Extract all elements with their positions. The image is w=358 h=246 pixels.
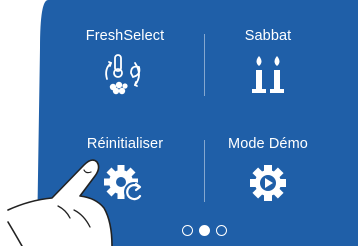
pointing-hand-icon: [7, 159, 113, 246]
control-panel-screen: FreshSelect Sabbat Réinitialiser Mode Dé…: [0, 0, 358, 246]
